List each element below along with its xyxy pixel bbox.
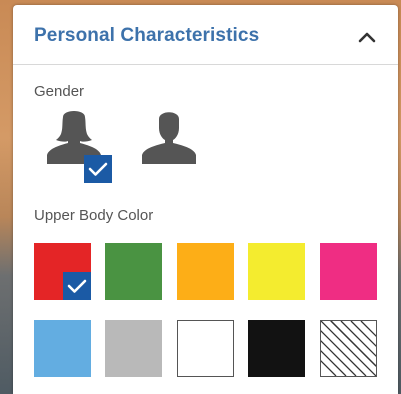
panel-title: Personal Characteristics bbox=[34, 25, 260, 46]
swatch-light-blue[interactable] bbox=[34, 320, 91, 377]
swatch-green[interactable] bbox=[105, 243, 162, 300]
swatch-yellow[interactable] bbox=[248, 243, 305, 300]
swatch-pattern[interactable] bbox=[320, 320, 377, 377]
checkmark-icon bbox=[67, 279, 87, 293]
swatch-orange[interactable] bbox=[177, 243, 234, 300]
upper-body-color-label: Upper Body Color bbox=[34, 207, 154, 224]
gender-option-male[interactable] bbox=[142, 111, 202, 173]
personal-characteristics-panel: Personal Characteristics Gender Upper Bo… bbox=[13, 5, 398, 394]
panel-header[interactable]: Personal Characteristics bbox=[13, 5, 398, 65]
diagonal-stripes-pattern bbox=[321, 321, 376, 376]
checkmark-icon bbox=[88, 162, 108, 176]
swatch-gray[interactable] bbox=[105, 320, 162, 377]
collapse-button[interactable] bbox=[355, 25, 379, 49]
swatch-red[interactable] bbox=[34, 243, 91, 300]
gender-label: Gender bbox=[34, 83, 85, 100]
male-person-icon bbox=[142, 112, 196, 164]
swatch-selected-badge bbox=[63, 272, 91, 300]
chevron-up-icon bbox=[358, 32, 376, 43]
swatch-black[interactable] bbox=[248, 320, 305, 377]
swatch-pink[interactable] bbox=[320, 243, 377, 300]
swatch-white[interactable] bbox=[177, 320, 234, 377]
gender-option-female[interactable] bbox=[47, 111, 112, 183]
gender-selected-badge bbox=[84, 155, 112, 183]
